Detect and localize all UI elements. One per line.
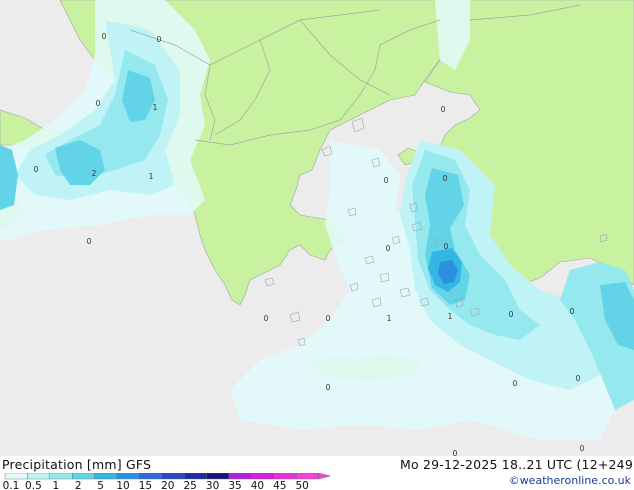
legend-swatch [296, 473, 319, 480]
legend-swatch [139, 473, 162, 480]
map-title: Precipitation [mm] GFS [2, 457, 152, 472]
legend-tick-label: 5 [97, 480, 104, 490]
legend-tick-label: 50 [296, 480, 309, 490]
credit-link[interactable]: ©weatheronline.co.uk [509, 474, 631, 487]
precip-value-label: 0 [386, 244, 391, 253]
legend-swatches [4, 473, 331, 480]
precip-value-label: 0 [157, 35, 162, 44]
precip-value-label: 0 [87, 237, 92, 246]
legend-swatch [94, 473, 118, 480]
legend-tick-label: 35 [228, 480, 241, 490]
precip-value-label: 0 [96, 99, 101, 108]
precip-value-label: 1 [387, 314, 392, 323]
precip-value-label: 0 [264, 314, 269, 323]
legend-tick-label: 2 [75, 480, 82, 490]
legend-tick-label: 15 [139, 480, 152, 490]
legend-swatch [27, 473, 50, 480]
legend-tick-label: 25 [184, 480, 197, 490]
precip-value-label: 0 [509, 310, 514, 319]
precip-value-label: 1 [448, 312, 453, 321]
legend-swatch [251, 473, 274, 480]
precip-value-label: 0 [441, 105, 446, 114]
weather-map-page: 001021000000000110000000 Precipitation [… [0, 0, 634, 490]
precip-value-label: 0 [34, 165, 39, 174]
precip-value-label: 0 [326, 314, 331, 323]
legend-tick-label: 0.5 [25, 480, 42, 490]
legend-tick-label: 45 [273, 480, 286, 490]
precip-value-label: 0 [580, 444, 585, 453]
legend-arrow [318, 473, 331, 480]
legend-swatch [183, 473, 207, 480]
legend-swatch [116, 473, 140, 480]
forecast-datetime: Mo 29-12-2025 18..21 UTC (12+249 [399, 457, 633, 472]
precip-value-label: 0 [444, 242, 449, 251]
legend-swatch [161, 473, 185, 480]
precip-value-label: 0 [326, 383, 331, 392]
precip-value-label: 0 [443, 174, 448, 183]
legend-tick-label: 1 [52, 480, 59, 490]
legend-tick-label: 0.1 [3, 480, 20, 490]
legend-swatch [4, 473, 28, 480]
color-legend: 0.1 0.5 1 2 5 10 15 20 25 30 35 40 45 50 [3, 473, 331, 490]
precip-value-label: 0 [384, 176, 389, 185]
precip-value-label: 0 [453, 449, 458, 456]
legend-tick-label: 30 [206, 480, 219, 490]
legend-swatch [206, 473, 230, 480]
legend-ticks: 0.1 0.5 1 2 5 10 15 20 25 30 35 40 45 50 [3, 480, 309, 490]
legend-swatch [228, 473, 252, 480]
precip-value-label: 1 [149, 172, 154, 181]
precip-value-label: 1 [153, 103, 158, 112]
legend-tick-label: 10 [116, 480, 129, 490]
legend-tick-label: 40 [251, 480, 264, 490]
legend-swatch [49, 473, 73, 480]
legend-tick-label: 20 [161, 480, 174, 490]
precip-value-label: 0 [576, 374, 581, 383]
legend-swatch [71, 473, 95, 480]
precipitation-map: 0 0 1 0 2 1 0 0 0 0 0 0 0 0 0 1 1 0 0 0 0 0 0 0 [0, 0, 634, 456]
precip-value-label: 0 [570, 307, 575, 316]
precip-value-label: 0 [102, 32, 107, 41]
precip-value-label: 2 [92, 169, 97, 178]
precip-value-label: 0 [513, 379, 518, 388]
legend-swatch [273, 473, 297, 480]
